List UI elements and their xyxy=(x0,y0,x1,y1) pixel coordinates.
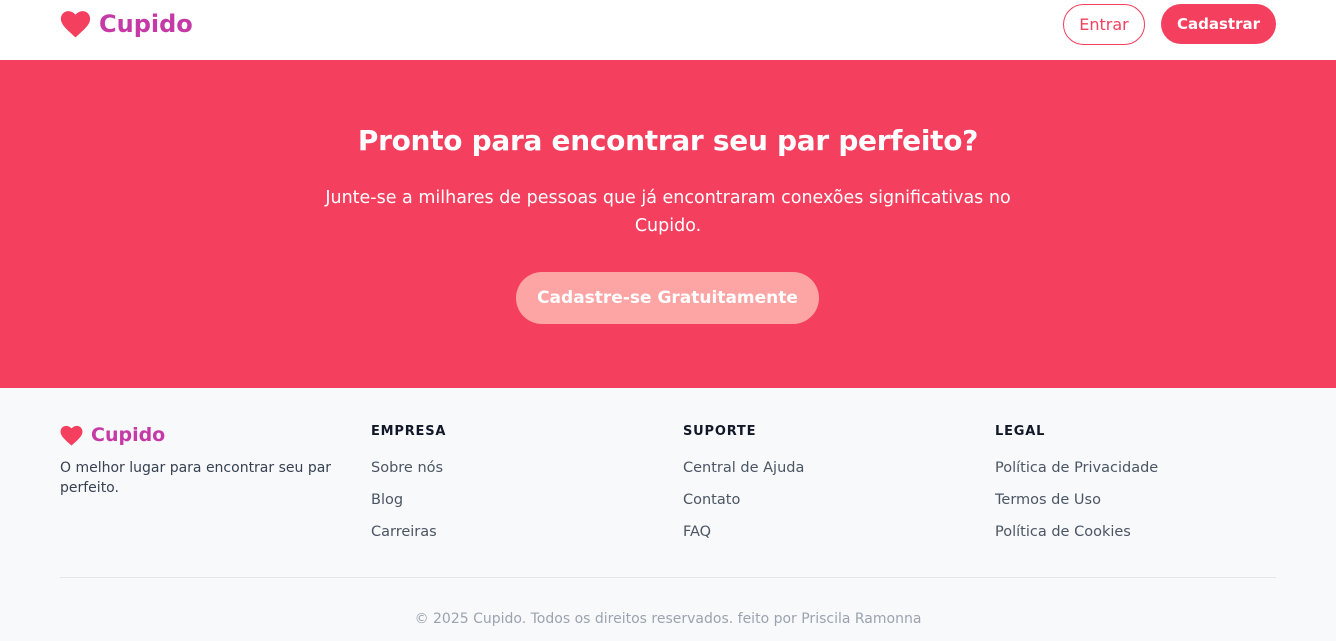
footer-column-empresa: EMPRESA Sobre nós Blog Carreiras xyxy=(371,424,651,556)
footer-column-legal: LEGAL Política de Privacidade Termos de … xyxy=(995,424,1275,556)
signup-button[interactable]: Cadastrar xyxy=(1161,4,1276,44)
footer-brand-name: Cupido xyxy=(91,424,166,446)
footer-link-politica-de-cookies[interactable]: Política de Cookies xyxy=(995,524,1275,556)
brand-name: Cupido xyxy=(99,10,193,38)
footer-link-central-de-ajuda[interactable]: Central de Ajuda xyxy=(683,460,963,492)
footer-column-title: SUPORTE xyxy=(683,424,757,439)
footer-logo[interactable]: Cupido xyxy=(60,422,165,448)
login-button[interactable]: Entrar xyxy=(1063,4,1145,45)
footer-link-carreiras[interactable]: Carreiras xyxy=(371,524,651,556)
footer-column-suporte: SUPORTE Central de Ajuda Contato FAQ xyxy=(683,424,963,556)
footer-link-contato[interactable]: Contato xyxy=(683,492,963,524)
footer-link-faq[interactable]: FAQ xyxy=(683,524,963,556)
heart-icon xyxy=(60,425,83,446)
heart-icon xyxy=(60,10,91,38)
footer-divider xyxy=(60,577,1276,578)
banner-subtitle: Junte-se a milhares de pessoas que já en… xyxy=(325,188,1011,236)
banner-title: Pronto para encontrar seu par perfeito? xyxy=(357,124,979,157)
footer-tagline: O melhor lugar para encontrar seu par pe… xyxy=(60,460,332,496)
site-header: Cupido Entrar Cadastrar xyxy=(0,0,1336,60)
free-signup-button[interactable]: Cadastre-se Gratuitamente xyxy=(516,272,819,324)
site-footer: Cupido O melhor lugar para encontrar seu… xyxy=(0,388,1336,641)
footer-link-termos-de-uso[interactable]: Termos de Uso xyxy=(995,492,1275,524)
cta-banner: Pronto para encontrar seu par perfeito? … xyxy=(0,60,1336,388)
copyright-text: © 2025 Cupido. Todos os direitos reserva… xyxy=(414,611,922,627)
header-logo[interactable]: Cupido xyxy=(60,8,193,40)
footer-link-blog[interactable]: Blog xyxy=(371,492,651,524)
footer-column-title: EMPRESA xyxy=(371,424,447,439)
footer-link-sobre-nos[interactable]: Sobre nós xyxy=(371,460,651,492)
footer-link-politica-de-privacidade[interactable]: Política de Privacidade xyxy=(995,460,1275,492)
footer-column-title: LEGAL xyxy=(995,424,1046,439)
